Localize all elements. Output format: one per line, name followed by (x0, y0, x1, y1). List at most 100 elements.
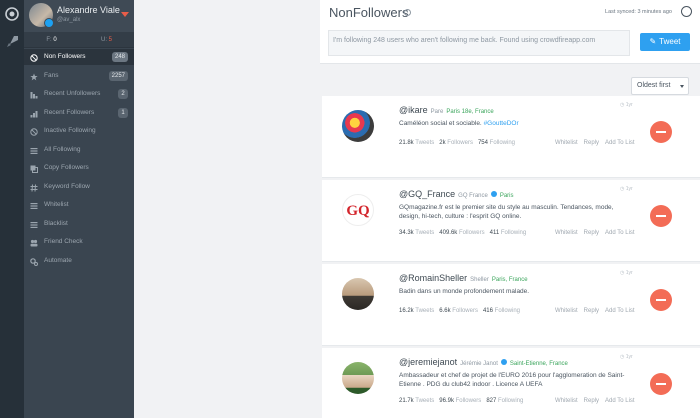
sidebar-item-blacklist[interactable]: Blacklist (24, 216, 134, 232)
following-count: 416 (482, 308, 493, 314)
user-location: Paris (499, 193, 514, 199)
copy-icon (30, 164, 38, 173)
add-to-list-link[interactable]: Add To List (605, 308, 635, 314)
add-to-list-link[interactable]: Add To List (605, 140, 635, 146)
user-handle[interactable]: @RomainSheller (399, 273, 467, 283)
sidebar-item-label: Fans (44, 71, 59, 79)
profile-switcher[interactable]: Alexandre Viale @av_alx (24, 0, 134, 32)
followers-label: Followers (455, 398, 482, 404)
sidebar-item-recent-followers[interactable]: Recent Followers 1 (24, 105, 134, 121)
user-avatar[interactable]: GQ (342, 194, 374, 226)
tweets-label: Tweets (415, 308, 435, 314)
sidebar-item-friend-check[interactable]: Friend Check (24, 234, 134, 250)
following-label: Following (500, 230, 527, 236)
count-badge: 2 (118, 89, 128, 99)
user-display-name: GQ France (458, 193, 488, 199)
user-stats: 34.3k Tweets 409.6k Followers 411 Followin… (399, 230, 531, 236)
add-to-list-link[interactable]: Add To List (605, 398, 635, 404)
reply-link[interactable]: Reply (584, 398, 599, 404)
tweet-button[interactable]: ✎ Tweet (640, 33, 690, 51)
whitelist-link[interactable]: Whitelist (555, 140, 578, 146)
user-card: @jeremiejanot Jérémie Janot Saint-Etienne,… (322, 348, 700, 418)
sidebar-item-label: Recent Followers (44, 108, 95, 116)
unfollow-button[interactable] (650, 289, 672, 311)
info-icon[interactable]: i (404, 9, 411, 16)
follow-time-value: 1yr (625, 102, 633, 108)
follow-time: ◷ 1yr (620, 270, 633, 276)
user-avatar[interactable] (342, 278, 374, 310)
user-handle[interactable]: @jeremiejanot (399, 357, 457, 367)
tweets-count: 34.3k (399, 230, 414, 236)
user-bio: Caméléon social et sociable. #GoutteDOr (399, 119, 629, 128)
sidebar: Alexandre Viale @av_alx F: 0 U: 5 Non Fo… (24, 0, 134, 418)
sidebar-item-non-followers[interactable]: Non Followers 248 (24, 49, 134, 65)
bio-hashtag[interactable]: #GoutteDOr (484, 120, 519, 127)
list-icon (30, 220, 38, 228)
unfollow-button[interactable] (650, 373, 672, 395)
following-count: 411 (489, 230, 500, 236)
sidebar-item-automate[interactable]: Automate (24, 253, 134, 269)
user-display-name: Pare (430, 109, 444, 115)
follow-time-value: 1yr (625, 270, 633, 276)
following-label: Following (494, 308, 521, 314)
sort-select[interactable]: Oldest first (631, 77, 689, 95)
tweet-input[interactable]: I'm following 248 users who aren't follo… (328, 30, 630, 56)
sidebar-item-copy-followers[interactable]: Copy Followers (24, 160, 134, 176)
sidebar-item-all-following[interactable]: All Following (24, 142, 134, 158)
following-stat: F: 0 (24, 32, 79, 47)
user-handle[interactable]: @GQ_France (399, 189, 455, 199)
whitelist-link[interactable]: Whitelist (555, 398, 578, 404)
user-handle[interactable]: @ikare (399, 105, 428, 115)
reply-link[interactable]: Reply (584, 140, 599, 146)
user-stats: 21.7k Tweets 96.9k Followers 827 Following (399, 398, 528, 404)
sidebar-item-fans[interactable]: Fans 2257 (24, 68, 134, 84)
user-handle-row: @ikare Pare Paris 18e, France (399, 105, 494, 115)
followers-count: 409.6k (439, 230, 458, 236)
user-stats: 21.8k Tweets 2k Followers 754 Following (399, 140, 520, 146)
pencil-icon: ✎ (649, 37, 657, 46)
sidebar-item-label: Whitelist (44, 201, 69, 208)
sidebar-item-whitelist[interactable]: Whitelist (24, 197, 134, 213)
unfollow-button[interactable] (650, 121, 672, 143)
user-location: Paris, France (491, 277, 528, 283)
follow-time-value: 1yr (625, 186, 633, 192)
user-display-name: Jérémie Janot (460, 361, 498, 367)
user-avatar[interactable] (342, 362, 374, 394)
page-title: NonFollowers (329, 5, 409, 20)
add-to-list-link[interactable]: Add To List (605, 230, 635, 236)
whitelist-link[interactable]: Whitelist (555, 308, 578, 314)
sync-status: Last synced: 3 minutes ago (605, 9, 672, 15)
user-bio: GQmagazine.fr est le premier site du sty… (399, 203, 629, 221)
sort-selected-label: Oldest first (637, 82, 671, 89)
refresh-icon[interactable] (681, 6, 692, 17)
sidebar-item-recent-unfollowers[interactable]: Recent Unfollowers 2 (24, 86, 134, 102)
sidebar-item-label: Keyword Follow (44, 182, 90, 190)
logo-icon[interactable] (4, 6, 20, 22)
reply-link[interactable]: Reply (584, 230, 599, 236)
tweets-label: Tweets (415, 140, 435, 146)
rocket-icon[interactable] (4, 34, 20, 50)
tweets-label: Tweets (415, 398, 435, 404)
count-badge: 1 (118, 107, 128, 118)
user-location: Paris 18e, France (446, 109, 494, 115)
sidebar-item-keyword-follow[interactable]: Keyword Follow (24, 179, 134, 195)
reply-link[interactable]: Reply (584, 308, 599, 314)
user-display-name: Sheller (470, 277, 489, 283)
sidebar-item-label: Automate (44, 256, 72, 264)
user-location: Saint-Etienne, France (509, 361, 568, 367)
whitelist-link[interactable]: Whitelist (555, 230, 578, 236)
chevron-down-icon[interactable] (121, 12, 129, 17)
user-bio: Ambassadeur et chef de projet de l'EURO … (399, 371, 629, 389)
tweets-count: 21.8k (399, 140, 414, 146)
verified-icon (490, 191, 497, 197)
user-handle-row: @GQ_France GQ France Paris (399, 189, 514, 199)
list-icon (30, 201, 38, 209)
unfollow-button[interactable] (650, 205, 672, 227)
count-badge: 2257 (108, 70, 128, 81)
user-avatar[interactable] (342, 110, 374, 142)
following-count: 827 (486, 398, 497, 404)
tweets-count: 21.7k (399, 398, 414, 404)
follow-time: ◷ 1yr (620, 102, 633, 108)
profile-name: Alexandre Viale (57, 5, 120, 15)
sidebar-item-inactive-following[interactable]: Inactive Following (24, 123, 134, 139)
